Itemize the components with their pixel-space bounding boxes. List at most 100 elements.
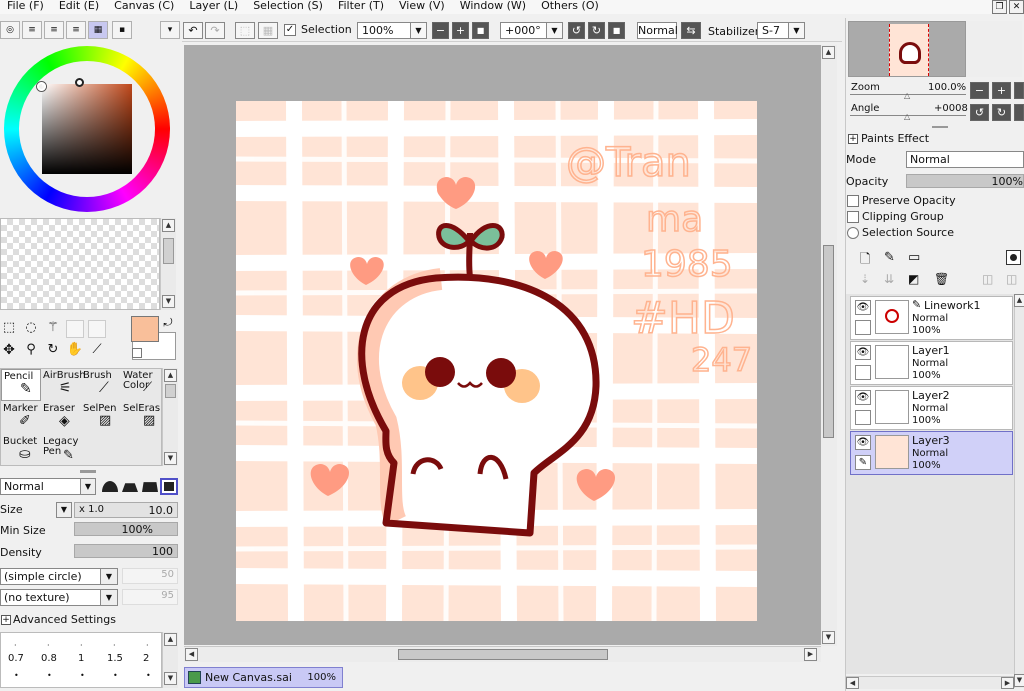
transfer-down-icon[interactable]: ⇣ [860, 272, 870, 286]
size-preset[interactable]: 0.8 [41, 653, 57, 664]
layer-item-selected[interactable]: 👁 ✎ Layer3 Normal 100% [850, 431, 1013, 475]
tip-square-icon[interactable] [160, 478, 178, 495]
brush-lock-icon[interactable]: ✎ [855, 455, 871, 470]
slider-handle-icon[interactable]: △ [904, 91, 910, 100]
eye-icon[interactable]: 👁 [855, 390, 871, 405]
layer-mask-icon[interactable] [1006, 250, 1021, 265]
scroll-down-icon[interactable]: ▼ [822, 631, 835, 644]
slider-handle-icon[interactable]: △ [904, 112, 910, 121]
preserve-opacity-toggle[interactable]: Preserve Opacity [847, 194, 1017, 209]
zoom-out-icon[interactable]: − [432, 22, 449, 39]
menu-file[interactable]: File (F) [0, 0, 52, 14]
layer-item[interactable]: 👁 Layer1 Normal 100% [850, 341, 1013, 385]
custom-mix-tab-icon[interactable]: ≡ [66, 21, 86, 39]
tool-legacy-pen[interactable]: Legacy Pen ✎ [41, 435, 81, 467]
delete-mask-icon[interactable]: ◫ [1006, 272, 1017, 286]
merge-down-icon[interactable]: ⇊ [884, 272, 894, 286]
chevron-down-icon[interactable]: ▼ [80, 478, 96, 495]
zoom-in-icon[interactable]: + [452, 22, 469, 39]
eyedropper-icon[interactable]: ⟋ [88, 342, 106, 360]
restore-button[interactable]: ❐ [992, 0, 1007, 14]
shape-strength-slider[interactable]: 50 [122, 568, 178, 584]
chevron-down-icon[interactable]: ▼ [100, 589, 118, 606]
value-picker-icon[interactable] [75, 78, 84, 87]
redo-icon[interactable]: ↷ [205, 22, 225, 39]
hsv-slider-tab-icon[interactable]: ≡ [44, 21, 64, 39]
deselect-icon[interactable]: ⬚ [235, 22, 255, 39]
tip-medium-icon[interactable] [122, 483, 138, 492]
scroll-right-icon[interactable]: ▶ [1001, 677, 1014, 689]
tool-marker[interactable]: Marker ✐ [1, 402, 41, 434]
rect-select-icon[interactable]: ⬚ [0, 320, 18, 338]
scroll-up-icon[interactable]: ▲ [822, 46, 835, 59]
invert-selection-icon[interactable]: ▦ [258, 22, 278, 39]
size-preset[interactable]: 2 [143, 653, 149, 664]
new-layer-icon[interactable]: 🗋 [860, 250, 870, 272]
scroll-down-icon[interactable]: ▼ [164, 672, 177, 685]
menu-view[interactable]: View (V) [392, 0, 453, 14]
size-slider[interactable]: x 1.0 10.0 [74, 502, 178, 518]
selection-toggle[interactable]: ✓ Selection [284, 22, 364, 39]
undo-icon[interactable]: ↶ [183, 22, 203, 39]
nav-rotate-reset-icon[interactable] [1014, 104, 1024, 121]
reset-colors-icon[interactable] [132, 348, 142, 358]
eye-icon[interactable]: 👁 [855, 345, 871, 360]
color-wheel[interactable] [4, 46, 170, 212]
size-preset[interactable]: 1.5 [107, 653, 123, 664]
scroll-up-icon[interactable]: ▲ [1014, 294, 1024, 307]
scroll-down-icon[interactable]: ▼ [164, 452, 177, 465]
min-size-slider[interactable]: 100% [74, 522, 178, 536]
tool-bucket[interactable]: Bucket ⛀ [1, 435, 41, 467]
tool-seleras[interactable]: SelEras ▨ [121, 402, 161, 434]
scroll-left-icon[interactable]: ◀ [185, 648, 198, 661]
tool-brush[interactable]: Brush ⟋ [81, 369, 121, 401]
rotate-icon[interactable]: ↻ [44, 342, 62, 360]
layer-mode-select[interactable]: Normal [906, 151, 1024, 168]
hue-picker-icon[interactable] [37, 82, 46, 91]
scratchpad-scrollbar[interactable]: ▲ ▼ [160, 218, 176, 310]
color-wheel-tab-icon[interactable]: ◎ [0, 21, 20, 39]
magic-wand-icon[interactable]: ⚚ [44, 320, 62, 338]
nav-rotate-right-icon[interactable]: ↻ [992, 104, 1011, 121]
advanced-settings-toggle[interactable]: + Advanced Settings [0, 613, 180, 629]
layer-list-scrollbar[interactable]: ▲ ▼ [1014, 294, 1024, 688]
eye-icon[interactable]: 👁 [855, 435, 871, 450]
tool-selpen[interactable]: SelPen ▨ [81, 402, 121, 434]
apply-mask-icon[interactable]: ◫ [982, 272, 993, 286]
navigator-viewport[interactable] [889, 24, 929, 76]
chevron-down-icon[interactable]: ▼ [788, 22, 805, 39]
rotate-reset-icon[interactable]: ■ [608, 22, 625, 39]
clipping-group-toggle[interactable]: Clipping Group [847, 210, 1017, 225]
scroll-up-icon[interactable]: ▲ [164, 633, 177, 646]
scroll-thumb[interactable] [823, 245, 834, 438]
size-preset[interactable]: 0.7 [8, 653, 24, 664]
nav-rotate-left-icon[interactable]: ↺ [970, 104, 989, 121]
new-folder-icon[interactable]: ▭ [908, 250, 920, 265]
blend-mode-button[interactable]: Normal [637, 22, 678, 39]
lasso-icon[interactable]: ◌ [22, 320, 40, 338]
nav-zoom-in-icon[interactable]: + [992, 82, 1011, 99]
panel-splitter[interactable] [80, 470, 96, 473]
presets-scrollbar[interactable]: ▲ ▼ [162, 632, 178, 688]
flip-horizontal-icon[interactable]: ⇆ [681, 22, 701, 39]
canvas[interactable]: @Tran ma 1985 #HD 247 [236, 101, 757, 621]
saturation-value-square[interactable] [42, 84, 132, 174]
scroll-left-icon[interactable]: ◀ [846, 677, 859, 689]
scratchpad-tab-icon[interactable]: ▪ [112, 21, 132, 39]
chevron-down-icon[interactable]: ▼ [410, 22, 427, 39]
layer-item[interactable]: 👁 Linework1 ✎ Normal 100% [850, 296, 1013, 340]
menu-layer[interactable]: Layer (L) [182, 0, 246, 14]
scroll-thumb[interactable] [165, 384, 176, 398]
tool-pencil[interactable]: Pencil ✎ [1, 369, 41, 401]
scroll-thumb[interactable] [398, 649, 608, 660]
size-range-dropdown-icon[interactable]: ▼ [56, 502, 72, 518]
menu-selection[interactable]: Selection (S) [246, 0, 331, 14]
swatches-tab-icon[interactable]: ▦ [88, 21, 108, 39]
eye-icon[interactable]: 👁 [855, 300, 871, 315]
menu-edit[interactable]: Edit (E) [52, 0, 107, 14]
nav-zoom-out-icon[interactable]: − [970, 82, 989, 99]
tool-grid-scrollbar[interactable]: ▲ ▼ [162, 368, 178, 466]
primary-color-swatch[interactable] [131, 316, 159, 342]
scroll-right-icon[interactable]: ▶ [804, 648, 817, 661]
selection-source-toggle[interactable]: Selection Source [847, 226, 1017, 241]
